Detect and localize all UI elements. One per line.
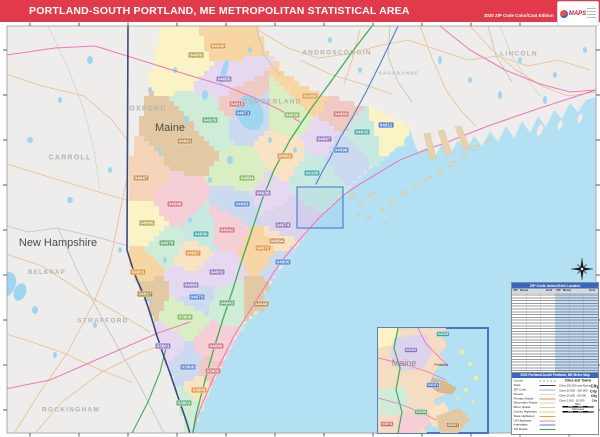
logo-text-lines [587,8,596,20]
legend-city-sample: City [590,389,597,394]
legend-item-label: Primary Roads [514,397,540,400]
legend-item-swatch [540,403,556,404]
legend-item-label: ZIP Code [514,388,540,391]
legend-panel: 2020 Portland-South Portland, ME Metro M… [511,372,599,435]
index-col-grid-5: Grid [588,289,598,294]
legend-item-swatch [540,411,556,412]
legend-item-swatch [540,420,556,421]
legend-city-label: Cities 10,000 - 50,000 [559,395,586,398]
legend-item-label: County Highways [514,410,540,413]
legend-item-swatch [540,385,556,386]
map-title: PORTLAND-SOUTH PORTLAND, ME METROPOLITAN… [29,5,410,17]
scale-bar-kilometers: Kilometers [559,409,597,414]
legend-item-label: State [514,384,540,387]
header: PORTLAND-SOUTH PORTLAND, ME METROPOLITAN… [0,0,600,22]
index-col-zip-3: ZIP [555,289,562,294]
legend-item-label: Secondary Roads [514,402,540,405]
zip-index-panel: ZIP Code Index/Grid Locator ZIPNameGridZ… [511,282,599,374]
legend-item-label: Toll Roads [514,428,540,431]
legend-item-swatch [540,381,556,382]
index-col-name-4: Name [562,289,588,294]
legend-city-items: Cities 250,000 and AboveCityCities 50,00… [559,384,597,404]
legend-city-sample: City [592,400,597,403]
legend-city-label: Cities 250,000 and Above [559,385,590,388]
publisher-logo: MAPS [557,1,599,26]
legend-item-swatch [540,394,556,395]
legend-item-label: Interstates [514,424,540,427]
legend-item-label: Streets [514,393,540,396]
legend-item-swatch [540,416,556,417]
legend-city-label: Cities 50,000 - 250,000 [559,390,587,393]
maps-logo-text: MAPS [569,11,586,17]
legend-item-label: US Highways [514,419,540,422]
legend-item-label: State Highways [514,415,540,418]
zip-index-list-by-code [555,294,598,374]
globe-icon [560,10,568,18]
index-col-grid-2: Grid [545,289,555,294]
legend-city-sample: City [591,394,597,398]
legend-item-swatch [540,425,556,426]
inset-map [378,328,488,433]
edition-label: 2020 ZIP Code Color/Cast Edition [484,13,554,18]
index-col-name-1: Name [519,289,545,294]
zip-index-list-by-name [512,294,555,374]
legend-city-sample: City [590,384,599,389]
map-page: PORTLAND-SOUTH PORTLAND, ME METROPOLITAN… [0,0,600,437]
index-col-zip-0: ZIP [512,289,519,294]
legend-item-swatch [540,429,556,430]
legend-item-toll-roads: Toll Roads [514,427,559,431]
scale-km-ruler [563,411,594,413]
legend-item-label: Minor Roads [514,406,540,409]
legend-item-label: County [514,380,540,383]
inset-indicator-rect [297,187,343,228]
legend-road-items: CountyStateZIP Code StreetsPrimary Roads S… [512,378,558,432]
legend-item-swatch [540,398,556,399]
legend-item-swatch [540,389,556,390]
map-canvas [0,0,600,437]
legend-item-swatch [540,407,556,408]
